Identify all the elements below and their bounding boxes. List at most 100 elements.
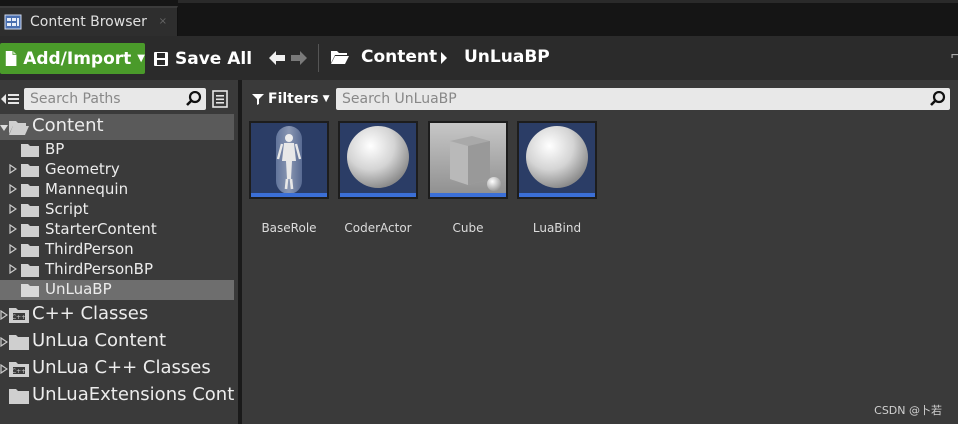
folder-icon xyxy=(21,244,39,257)
toolbar: Add/Import ▼ Save All Content UnLuaBP ⌐ xyxy=(0,36,958,80)
chevron-right-icon[interactable] xyxy=(440,52,448,64)
svg-text:C++: C++ xyxy=(12,368,26,375)
tree-item-mannequin[interactable]: Mannequin xyxy=(0,180,234,200)
asset-name: CoderActor xyxy=(344,221,412,235)
search-paths-input[interactable]: Search Paths xyxy=(24,88,206,110)
toolbar-divider xyxy=(318,44,319,72)
breadcrumb-content[interactable]: Content xyxy=(361,47,437,67)
expanded-arrow-icon[interactable] xyxy=(0,123,8,133)
breadcrumb-unluabp[interactable]: UnLuaBP xyxy=(464,47,550,67)
tree-item-unluabp[interactable]: UnLuaBP xyxy=(0,280,234,300)
tree-item-label: StarterContent xyxy=(45,220,157,238)
tree-item-unlua-cpp-classes[interactable]: C++ UnLua C++ Classes xyxy=(0,356,234,382)
svg-text:C++: C++ xyxy=(12,314,26,321)
tab-content-browser[interactable]: Content Browser × xyxy=(0,6,178,36)
tree-item-geometry[interactable]: Geometry xyxy=(0,160,234,180)
asset-name: BaseRole xyxy=(261,221,317,235)
tree-item-thirdpersonbp[interactable]: ThirdPersonBP xyxy=(0,260,234,280)
tree-item-label: Content xyxy=(32,115,104,136)
folder-icon xyxy=(21,204,39,217)
tree-item-thirdperson[interactable]: ThirdPerson xyxy=(0,240,234,260)
folder-open-icon xyxy=(9,121,29,135)
asset-tile-luabind[interactable]: LuaBind xyxy=(517,121,597,235)
asset-name: Cube xyxy=(452,221,484,235)
chevron-down-icon: ▼ xyxy=(137,53,145,64)
tree-item-label: ThirdPerson xyxy=(45,240,134,258)
folder-open-icon[interactable] xyxy=(330,49,350,65)
add-import-button[interactable]: Add/Import ▼ xyxy=(0,43,145,74)
tab-strip xyxy=(178,0,958,3)
cube-thumbnail xyxy=(428,121,508,199)
view-options-icon[interactable] xyxy=(212,90,228,108)
tree-item-bp[interactable]: BP xyxy=(0,140,234,160)
collapsed-arrow-icon[interactable] xyxy=(9,244,17,254)
save-icon xyxy=(154,51,168,66)
save-all-button[interactable]: Save All xyxy=(153,43,252,74)
mannequin-capsule-thumbnail xyxy=(249,121,329,199)
filters-button[interactable]: Filters ▼ xyxy=(252,89,330,109)
collapsed-arrow-icon[interactable] xyxy=(9,224,17,234)
watermark: CSDN @卜若 xyxy=(874,404,942,417)
tab-bar: Content Browser × xyxy=(0,0,958,36)
content-browser-icon xyxy=(4,14,22,30)
tree-item-label: UnLuaExtensions Cont xyxy=(32,384,235,405)
sphere-thumbnail xyxy=(338,121,418,199)
tree-item-unluaextensions-content[interactable]: UnLuaExtensions Cont xyxy=(0,383,234,409)
tree-item-label: Mannequin xyxy=(45,180,129,198)
collapsed-arrow-icon[interactable] xyxy=(9,264,17,274)
asset-type-bar xyxy=(251,193,327,197)
cpp-folder-icon: C++ xyxy=(9,308,29,323)
asset-tile-cube[interactable]: Cube xyxy=(428,121,508,235)
cpp-folder-icon: C++ xyxy=(9,362,29,377)
back-arrow-icon[interactable] xyxy=(268,50,286,66)
tree-item-label: UnLuaBP xyxy=(45,280,112,298)
save-all-label: Save All xyxy=(175,48,253,69)
tree-item-unlua-content[interactable]: UnLua Content xyxy=(0,329,234,355)
tree-item-content[interactable]: Content xyxy=(0,114,234,140)
collapsed-arrow-icon[interactable] xyxy=(0,337,8,347)
collapsed-arrow-icon[interactable] xyxy=(9,164,17,174)
sources-panel: Search Paths Content BP Geometry Mannequ… xyxy=(0,80,238,424)
asset-tile-baserole[interactable]: BaseRole xyxy=(249,121,329,235)
tree-item-label: BP xyxy=(45,140,65,158)
toolbar-overflow-icon[interactable]: ⌐ xyxy=(950,48,958,64)
asset-view: Filters ▼ Search UnLuaBP BaseRole CoderA… xyxy=(242,80,958,424)
search-icon[interactable] xyxy=(186,91,202,107)
collapse-sources-icon[interactable] xyxy=(0,91,20,107)
collapsed-arrow-icon[interactable] xyxy=(0,310,8,320)
collapsed-arrow-icon[interactable] xyxy=(9,204,17,214)
close-icon[interactable]: × xyxy=(159,16,167,27)
search-assets-input[interactable]: Search UnLuaBP xyxy=(336,88,950,110)
folder-icon xyxy=(21,164,39,177)
collapsed-arrow-icon[interactable] xyxy=(0,364,8,374)
tree-item-label: ThirdPersonBP xyxy=(45,260,154,278)
tree-item-cpp-classes[interactable]: C++ C++ Classes xyxy=(0,302,234,328)
folder-icon xyxy=(9,335,29,350)
search-paths-row: Search Paths xyxy=(0,88,238,110)
sphere-thumbnail xyxy=(517,121,597,199)
tree-item-startercontent[interactable]: StarterContent xyxy=(0,220,234,240)
folder-icon xyxy=(21,144,39,157)
tree-item-label: UnLua Content xyxy=(32,330,167,351)
tree-item-label: UnLua C++ Classes xyxy=(32,357,211,378)
new-file-icon xyxy=(5,50,17,67)
asset-type-bar xyxy=(519,193,595,197)
tree-item-label: C++ Classes xyxy=(32,303,149,324)
asset-tile-coderactor[interactable]: CoderActor xyxy=(338,121,418,235)
asset-type-bar xyxy=(340,193,416,197)
tree-item-script[interactable]: Script xyxy=(0,200,234,220)
tree-item-label: Geometry xyxy=(45,160,120,178)
add-import-label: Add/Import xyxy=(23,48,132,69)
tab-title: Content Browser xyxy=(30,14,147,30)
folder-icon xyxy=(9,389,29,404)
collapsed-arrow-icon[interactable] xyxy=(9,184,17,194)
forward-arrow-icon[interactable] xyxy=(290,50,308,66)
filters-label: Filters xyxy=(268,91,319,107)
chevron-down-icon: ▼ xyxy=(322,94,330,104)
folder-icon xyxy=(21,284,39,297)
filter-icon xyxy=(252,94,264,105)
tree-item-label: Script xyxy=(45,200,89,218)
asset-type-bar xyxy=(430,193,506,197)
search-icon[interactable] xyxy=(930,91,946,107)
folder-icon xyxy=(21,184,39,197)
